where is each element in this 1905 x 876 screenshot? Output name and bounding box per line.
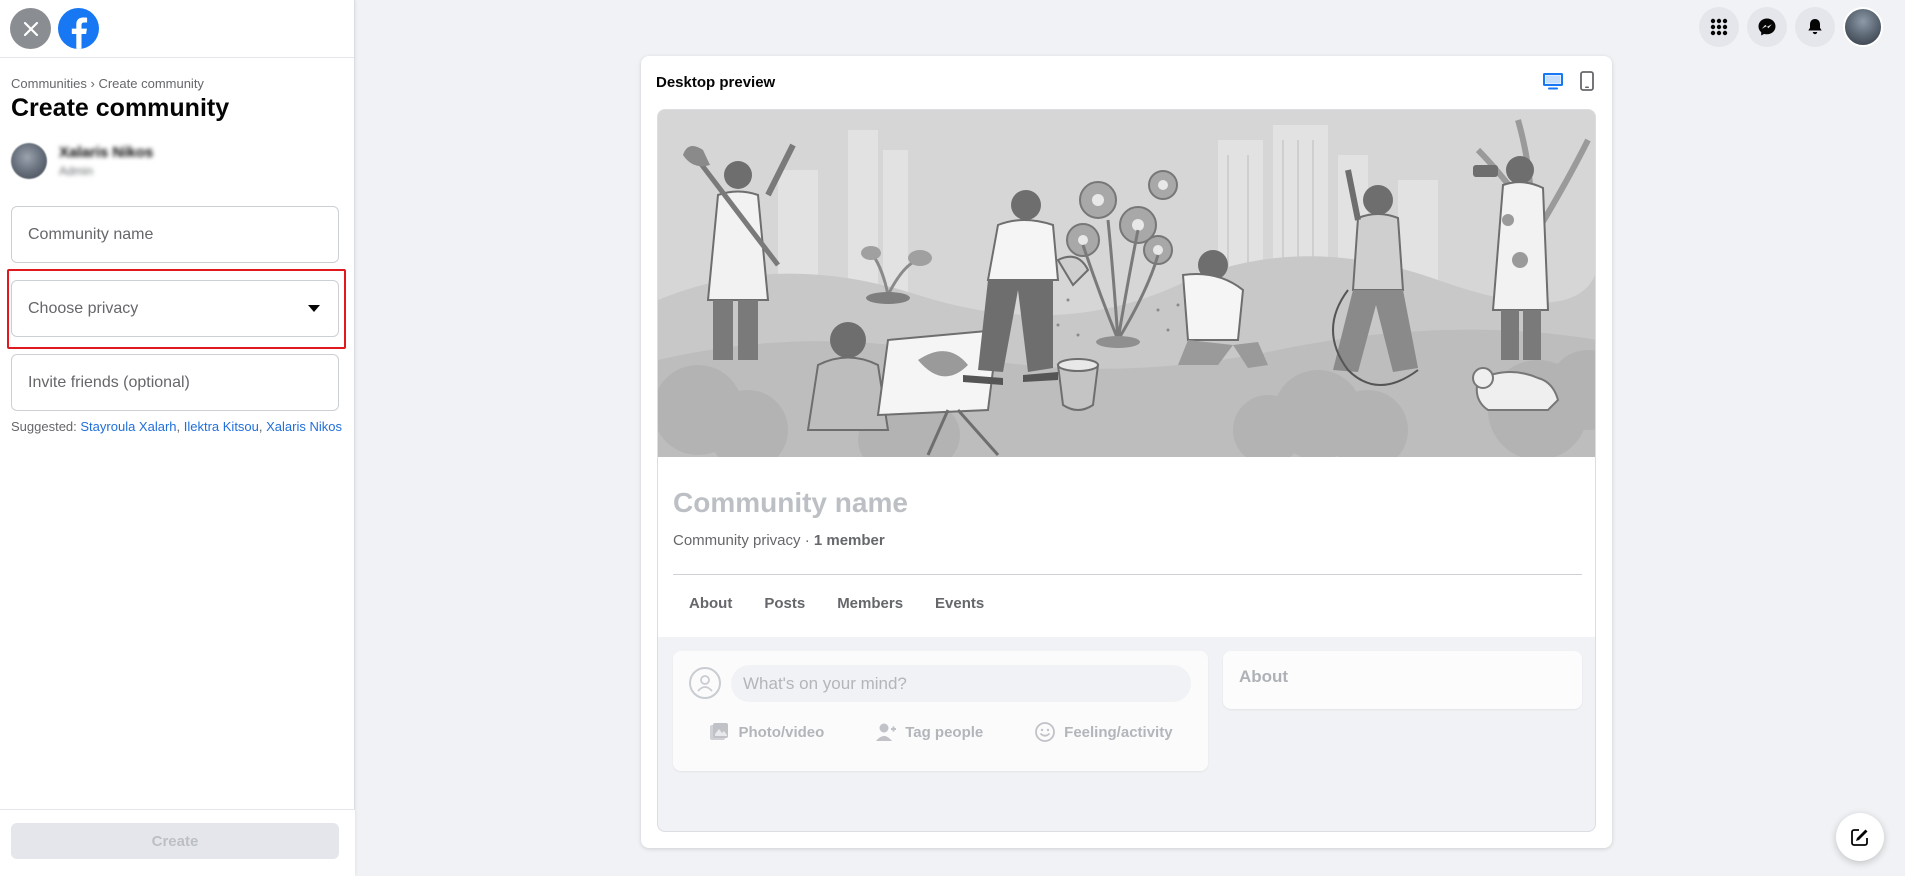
tag-people-icon: [876, 723, 897, 741]
tab-about[interactable]: About: [673, 587, 748, 620]
tab-posts[interactable]: Posts: [748, 587, 821, 620]
composer-input[interactable]: What's on your mind?: [731, 665, 1191, 702]
feeling-activity-button[interactable]: Feeling/activity: [1034, 721, 1173, 743]
caret-down-icon: [308, 305, 320, 312]
preview-tabs: About Posts Members Events: [673, 587, 1000, 620]
composer-avatar: [689, 667, 721, 699]
suggested-friend-link[interactable]: Xalaris Nikos: [266, 419, 342, 434]
facebook-logo[interactable]: [58, 8, 99, 49]
device-toggle: [1542, 71, 1594, 91]
menu-grid-icon: [1710, 18, 1728, 36]
breadcrumb: Communities › Create community: [11, 76, 204, 91]
preview-title: Desktop preview: [656, 74, 776, 91]
photo-icon: [710, 723, 729, 740]
tab-members[interactable]: Members: [821, 587, 919, 620]
feeling-smiley-icon: [1035, 722, 1056, 742]
preview-frame: Community name Community privacy · 1 mem…: [657, 109, 1596, 832]
breadcrumb-separator: ›: [90, 76, 95, 91]
sidebar-header: [0, 0, 354, 58]
admin-role: Admin: [59, 164, 94, 178]
suggested-friend-link[interactable]: Ilektra Kitsou: [184, 419, 259, 434]
suggested-label: Suggested:: [11, 419, 81, 434]
menu-button[interactable]: [1699, 7, 1739, 47]
admin-name: Xalaris Nikos: [59, 144, 154, 161]
community-info: Community name Community privacy · 1 mem…: [658, 457, 1595, 637]
preview-community-name: Community name: [673, 487, 908, 518]
preview-privacy: Community privacy ·: [673, 532, 814, 549]
messenger-button[interactable]: [1747, 7, 1787, 47]
page-title: Create community: [11, 94, 230, 122]
breadcrumb-communities[interactable]: Communities: [11, 76, 87, 91]
invite-friends-input[interactable]: Invite friends (optional): [11, 354, 339, 411]
user-silhouette-icon: [697, 675, 713, 692]
suggested-separator: ,: [176, 419, 184, 434]
tag-people-button[interactable]: Tag people: [875, 721, 983, 743]
desktop-preview-card: Desktop preview Community name Community…: [641, 56, 1612, 848]
top-right-nav: [1699, 7, 1883, 47]
close-button[interactable]: [10, 8, 51, 49]
new-message-button[interactable]: [1836, 813, 1884, 861]
admin-row: Xalaris Nikos Admin: [11, 143, 153, 179]
about-card: About: [1223, 651, 1582, 709]
community-name-placeholder: Community name: [28, 225, 154, 243]
mobile-icon[interactable]: [1580, 71, 1594, 91]
invite-friends-placeholder: Invite friends (optional): [28, 373, 190, 391]
photo-video-button[interactable]: Photo/video: [708, 721, 824, 743]
post-composer: What's on your mind? Photo/video Tag peo…: [673, 651, 1208, 771]
notifications-bell-icon: [1808, 19, 1822, 35]
desktop-icon[interactable]: [1542, 72, 1564, 90]
suggested-friends: Suggested: Stayroula Xalarh, Ilektra Kit…: [11, 419, 342, 434]
feeling-activity-label: Feeling/activity: [1064, 723, 1173, 741]
notifications-button[interactable]: [1795, 7, 1835, 47]
preview-community-meta: Community privacy · 1 member: [673, 532, 885, 549]
facebook-f-icon: [71, 17, 88, 49]
admin-avatar: [11, 143, 47, 179]
profile-avatar[interactable]: [1843, 7, 1883, 47]
divider: [673, 574, 1582, 575]
composer-actions: Photo/video Tag people Feeling/activity: [673, 721, 1208, 743]
photo-video-label: Photo/video: [738, 723, 825, 741]
tab-events[interactable]: Events: [919, 587, 1000, 620]
community-name-input[interactable]: Community name: [11, 206, 339, 263]
breadcrumb-current: Create community: [98, 76, 204, 91]
suggested-friend-link[interactable]: Stayroula Xalarh: [80, 419, 176, 434]
close-icon: [23, 21, 38, 36]
tag-people-label: Tag people: [905, 723, 984, 741]
cover-illustration: [658, 110, 1595, 457]
create-button[interactable]: Create: [11, 823, 339, 859]
privacy-placeholder: Choose privacy: [28, 299, 139, 317]
create-footer: Create: [0, 809, 355, 876]
preview-member-count: 1 member: [813, 532, 885, 549]
compose-edit-icon: [1851, 829, 1868, 846]
messenger-icon: [1758, 18, 1776, 36]
create-community-sidebar: Communities › Create community Create co…: [0, 0, 355, 876]
about-card-title: About: [1239, 667, 1289, 686]
privacy-select[interactable]: Choose privacy: [11, 280, 339, 337]
community-gardening-illustration: [658, 110, 1595, 457]
